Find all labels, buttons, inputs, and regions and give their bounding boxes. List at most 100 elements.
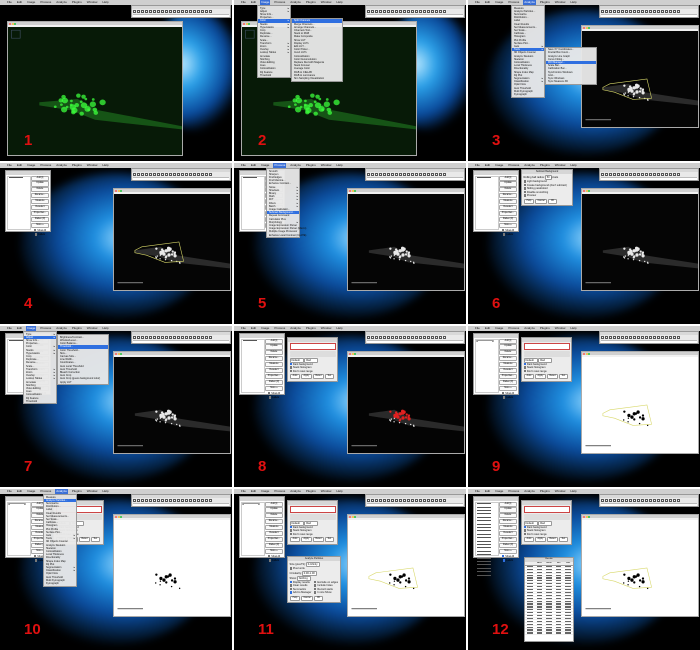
lower-threshold-slider[interactable] xyxy=(523,514,570,517)
menu-analyze[interactable]: Analyze xyxy=(55,326,68,331)
angle-tool-icon[interactable] xyxy=(153,10,156,13)
text-tool-icon[interactable] xyxy=(633,336,636,339)
threshold-button-set[interactable]: Set xyxy=(559,536,568,543)
freehand-tool-icon[interactable] xyxy=(145,10,148,13)
close-icon[interactable] xyxy=(349,189,351,192)
checkbox[interactable] xyxy=(523,525,526,529)
menu-plugins[interactable]: Plugins xyxy=(305,0,317,5)
lut-tool-icon[interactable] xyxy=(423,10,426,13)
dev-tool-icon[interactable] xyxy=(649,499,652,502)
zoom-icon[interactable] xyxy=(588,26,591,29)
menu-help[interactable]: Help xyxy=(101,489,109,494)
angle-tool-icon[interactable] xyxy=(387,499,390,502)
menu-image[interactable]: Image xyxy=(260,489,270,494)
checkbox[interactable] xyxy=(523,190,526,194)
roi-list[interactable] xyxy=(7,501,31,556)
oval-tool-icon[interactable] xyxy=(605,499,608,502)
dev-tool-icon[interactable] xyxy=(181,10,184,13)
menu-image[interactable]: Image xyxy=(26,489,36,494)
roi-button-4[interactable]: Measure xyxy=(499,525,517,531)
point-tool-icon[interactable] xyxy=(625,10,628,13)
text-tool-icon[interactable] xyxy=(399,173,402,176)
menu-plugins[interactable]: Plugins xyxy=(71,163,83,168)
checkbox[interactable] xyxy=(289,591,292,594)
zoom-tool-icon[interactable] xyxy=(169,10,172,13)
close-icon[interactable] xyxy=(349,515,351,518)
arrow-tool-icon[interactable] xyxy=(205,336,208,339)
dropper-tool-icon[interactable] xyxy=(177,499,180,502)
polygon-tool-icon[interactable] xyxy=(609,499,612,502)
threshold-button-set[interactable]: Set xyxy=(559,373,568,380)
menu-file[interactable]: File xyxy=(240,163,247,168)
menu-plugins[interactable]: Plugins xyxy=(305,163,317,168)
threshold-button-set[interactable]: Set xyxy=(325,373,334,380)
checkbox[interactable] xyxy=(267,554,271,557)
polygon-tool-icon[interactable] xyxy=(375,499,378,502)
roi-button-6[interactable]: Properties... xyxy=(265,373,283,380)
stack-tool-icon[interactable] xyxy=(185,499,188,502)
freehand-tool-icon[interactable] xyxy=(379,499,382,502)
more-tools-icon[interactable] xyxy=(677,173,680,176)
menu-plugins[interactable]: Plugins xyxy=(71,326,83,331)
roi-list-item[interactable] xyxy=(476,574,498,578)
freehand-tool-icon[interactable] xyxy=(613,10,616,13)
roi-button-2[interactable]: Delete xyxy=(265,513,283,519)
checkbox[interactable] xyxy=(289,580,292,584)
minimize-icon[interactable] xyxy=(585,352,588,355)
roi-checkbox-0[interactable]: Show All xyxy=(499,554,517,559)
pencil-tool-icon[interactable] xyxy=(197,10,200,13)
close-icon[interactable] xyxy=(583,515,585,518)
rectangle-tool-icon[interactable] xyxy=(133,336,136,339)
roi-list-item[interactable] xyxy=(476,523,498,527)
zoom-tool-icon[interactable] xyxy=(637,499,640,502)
text-tool-icon[interactable] xyxy=(165,336,168,339)
roi-button-7[interactable]: Flatten [F] xyxy=(499,379,517,385)
roi-button-3[interactable]: Rename... xyxy=(265,519,283,525)
roi-button-1[interactable]: Update xyxy=(265,344,283,350)
menu-edit[interactable]: Edit xyxy=(484,163,491,168)
wand-tool-icon[interactable] xyxy=(629,173,632,176)
roi-list-item[interactable] xyxy=(476,540,498,544)
minimize-icon[interactable] xyxy=(351,515,354,518)
roi-list-item[interactable] xyxy=(476,527,498,530)
polygon-tool-icon[interactable] xyxy=(375,173,378,176)
menu-plugins[interactable]: Plugins xyxy=(71,0,83,5)
zoom-tool-icon[interactable] xyxy=(403,10,406,13)
line-tool-icon[interactable] xyxy=(383,173,386,176)
checkbox[interactable] xyxy=(289,532,292,536)
wand-tool-icon[interactable] xyxy=(395,10,398,13)
dev-tool-icon[interactable] xyxy=(649,173,652,176)
roi-list-item[interactable] xyxy=(476,503,498,506)
wand-tool-icon[interactable] xyxy=(395,499,398,502)
freehand-tool-icon[interactable] xyxy=(145,336,148,339)
zoom-icon[interactable] xyxy=(14,22,17,25)
flood-tool-icon[interactable] xyxy=(201,499,204,502)
close-icon[interactable] xyxy=(9,22,11,25)
column-header[interactable]: Mean xyxy=(544,562,554,565)
checkbox[interactable] xyxy=(34,559,38,562)
menu-plugins[interactable]: Plugins xyxy=(305,489,317,494)
point-tool-icon[interactable] xyxy=(391,499,394,502)
polygon-tool-icon[interactable] xyxy=(609,10,612,13)
checkbox[interactable] xyxy=(523,532,526,536)
oval-tool-icon[interactable] xyxy=(371,499,374,502)
threshold-button-set[interactable]: Set xyxy=(325,536,334,543)
roi-button-3[interactable]: Rename... xyxy=(31,193,49,199)
checkbox[interactable] xyxy=(33,228,37,231)
flood-tool-icon[interactable] xyxy=(669,10,672,13)
checkbox[interactable] xyxy=(268,559,272,562)
minimize-icon[interactable] xyxy=(585,189,588,192)
more-tools-icon[interactable] xyxy=(677,499,680,502)
lower-threshold-slider[interactable] xyxy=(289,514,336,517)
roi-list-item[interactable] xyxy=(8,502,26,506)
text-tool-icon[interactable] xyxy=(165,499,168,502)
text-tool-icon[interactable] xyxy=(399,336,402,339)
checkbox[interactable] xyxy=(289,362,292,366)
oval-tool-icon[interactable] xyxy=(137,10,140,13)
menu-process[interactable]: Process xyxy=(507,163,520,168)
roi-checkbox-0[interactable]: Show All xyxy=(31,228,49,233)
menu-analyze[interactable]: Analyze xyxy=(289,489,302,494)
text-tool-icon[interactable] xyxy=(165,10,168,13)
oval-tool-icon[interactable] xyxy=(137,336,140,339)
menu-edit[interactable]: Edit xyxy=(250,489,257,494)
